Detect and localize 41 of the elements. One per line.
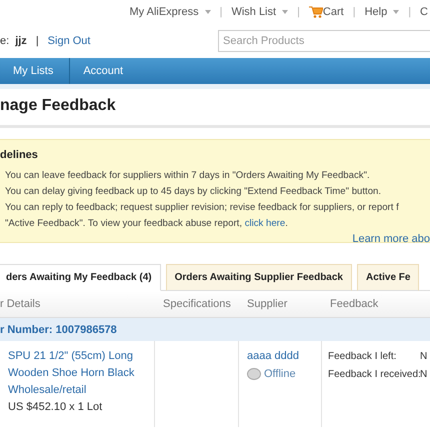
- guideline-text: You can reply to feedback; request supplier revision; revise feedback for suppliers, or report f: [4, 201, 400, 215]
- greeting-text: e:: [0, 35, 10, 47]
- caret-icon: [204, 10, 211, 14]
- click-here-link[interactable]: click here: [244, 218, 286, 229]
- separator: |: [352, 6, 356, 18]
- feedback-value: N: [420, 368, 428, 382]
- top-link[interactable]: My AliExpress: [130, 6, 199, 18]
- separator: |: [220, 6, 222, 18]
- feedback-label: Feedback I received:: [328, 368, 420, 382]
- nav-tab[interactable]: Account: [70, 58, 140, 84]
- search-field[interactable]: Search Products: [218, 30, 430, 52]
- caret-icon: [282, 10, 288, 14]
- top-link[interactable]: Wish List: [231, 6, 276, 18]
- user-name: jjz: [15, 35, 27, 47]
- feedback-tab[interactable]: Active Fe: [357, 264, 420, 291]
- order-number: r Number: 1007986578: [0, 318, 430, 341]
- status-text: Offline: [264, 368, 296, 380]
- product-link[interactable]: Wooden Shoe Horn Black: [8, 366, 146, 381]
- cart-icon: [308, 6, 323, 18]
- learn-more-link[interactable]: Learn more abo: [352, 233, 430, 245]
- separator: |: [36, 35, 39, 47]
- page-title: nage Feedback: [0, 89, 430, 128]
- feedback-value: N: [420, 350, 428, 364]
- price-text: US $452.10 x 1 Lot: [8, 400, 104, 415]
- feedback-label: Feedback I left:: [328, 350, 398, 364]
- feedback-tab[interactable]: Orders Awaiting Supplier Feedback: [166, 264, 352, 291]
- top-link[interactable]: C: [420, 6, 428, 18]
- supplier-link[interactable]: aaaa dddd: [247, 349, 313, 364]
- guideline-text: You can delay giving feedback up to 45 days by clicking "Extend Feedback Time" button.: [4, 185, 382, 199]
- guideline-text: You can leave feedback for suppliers within 7 days in "Orders Awaiting My Feedback".: [4, 169, 371, 183]
- caret-icon: [393, 10, 400, 14]
- product-link[interactable]: Wholesale/retail: [8, 383, 146, 398]
- sign-out-link[interactable]: Sign Out: [48, 35, 90, 47]
- top-link[interactable]: Help: [364, 6, 388, 18]
- product-link[interactable]: SPU 21 1/2" (55cm) Long: [8, 349, 146, 364]
- separator: |: [408, 6, 412, 18]
- separator: |: [297, 6, 300, 18]
- guideline-text: "Active Feedback". To view your feedback abuse report, click here.: [4, 217, 289, 231]
- feedback-tab[interactable]: ders Awaiting My Feedback (4): [0, 264, 161, 291]
- top-link[interactable]: Cart: [322, 6, 344, 18]
- guidelines-title: delines: [0, 149, 39, 161]
